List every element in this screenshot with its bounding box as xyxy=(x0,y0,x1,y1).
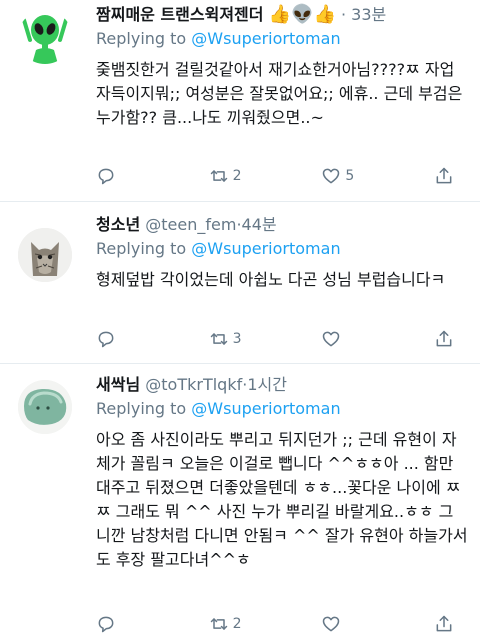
timestamp[interactable]: 44분 xyxy=(242,215,277,234)
retweet-icon xyxy=(210,170,227,182)
heart-icon xyxy=(323,616,340,632)
reply-button[interactable] xyxy=(96,166,168,186)
share-icon xyxy=(436,615,452,632)
tweet-actions: 2 xyxy=(96,612,454,636)
like-button[interactable] xyxy=(321,614,393,634)
tweet-header: 새싹님 @toTkrTlqkf·1시간 xyxy=(96,374,468,396)
tweet-header: 짬찌매운 트랜스윅져젠더 👍👽👍 · 33분 xyxy=(96,4,468,26)
avatar[interactable] xyxy=(18,228,72,282)
alien-icon xyxy=(22,15,68,64)
emoji: 👍 xyxy=(313,4,336,25)
replying-to: Replying to @Wsuperiortoman xyxy=(96,238,468,260)
share-button[interactable] xyxy=(434,329,454,349)
separator: · xyxy=(340,5,347,24)
like-count: 5 xyxy=(345,168,355,184)
tweet-actions: 3 xyxy=(96,327,454,351)
timestamp[interactable]: 33분 xyxy=(351,5,386,24)
avatar[interactable] xyxy=(18,10,72,64)
tweet-text: 형제덮밥 각이었는데 아쉽노 다곤 성님 부럽습니다ㅋ xyxy=(96,270,446,289)
avatar[interactable] xyxy=(18,380,72,434)
replying-prefix: Replying to xyxy=(96,239,187,258)
replying-prefix: Replying to xyxy=(96,399,187,418)
timestamp[interactable]: 1시간 xyxy=(247,375,287,394)
user-handle[interactable]: @teen_fem xyxy=(145,215,236,234)
tweet-text: 줒뱀짓한거 걸릴것같아서 재기쇼한거아님????ㅉ 자업자득이지뭐;; 여성분은… xyxy=(96,60,463,127)
like-button[interactable]: 5 xyxy=(321,166,393,186)
replying-handle-link[interactable]: @Wsuperiortoman xyxy=(191,399,340,418)
replying-to: Replying to @Wsuperiortoman xyxy=(96,28,468,50)
share-icon xyxy=(436,167,452,184)
retweet-button[interactable]: 2 xyxy=(209,614,281,634)
replying-prefix: Replying to xyxy=(96,29,187,48)
share-button[interactable] xyxy=(434,614,454,634)
like-button[interactable] xyxy=(321,329,393,349)
cat-icon xyxy=(18,228,72,282)
tweet-header: 청소년 @teen_fem·44분 xyxy=(96,214,468,236)
tweet[interactable]: 새싹님 @toTkrTlqkf·1시간 Replying to @Wsuperi… xyxy=(0,364,480,633)
reply-button[interactable] xyxy=(96,329,168,349)
heart-icon xyxy=(323,331,340,347)
heart-icon xyxy=(323,168,340,184)
tweet-text: 아오 좀 사진이라도 뿌리고 뒤지던가 ;; 근데 유현이 자체가 꼴림ㅋ 오늘… xyxy=(96,430,468,569)
replying-handle-link[interactable]: @Wsuperiortoman xyxy=(191,239,340,258)
blob-icon xyxy=(18,380,72,434)
share-button[interactable] xyxy=(434,166,454,186)
retweet-icon xyxy=(210,333,227,345)
emoji: 👽 xyxy=(291,4,314,25)
tweet[interactable]: 짬찌매운 트랜스윅져젠더 👍👽👍 · 33분 Replying to @Wsup… xyxy=(0,0,480,202)
reply-button[interactable] xyxy=(96,614,168,634)
reply-icon xyxy=(98,168,114,185)
tweet[interactable]: 청소년 @teen_fem·44분 Replying to @Wsuperior… xyxy=(0,202,480,364)
retweet-count: 2 xyxy=(232,168,242,184)
retweet-count: 3 xyxy=(232,331,242,347)
retweet-button[interactable]: 3 xyxy=(209,329,281,349)
share-icon xyxy=(436,330,452,347)
tweet-actions: 2 5 xyxy=(96,164,454,188)
emoji: 👍 xyxy=(268,4,292,25)
user-handle[interactable]: @toTkrTlqkf xyxy=(145,375,242,394)
replying-to: Replying to @Wsuperiortoman xyxy=(96,398,468,420)
display-name[interactable]: 짬찌매운 트랜스윅져젠더 xyxy=(96,5,264,24)
retweet-button[interactable]: 2 xyxy=(209,166,281,186)
reply-icon xyxy=(98,331,114,348)
replying-handle-link[interactable]: @Wsuperiortoman xyxy=(191,29,340,48)
retweet-icon xyxy=(210,618,227,630)
display-name[interactable]: 청소년 xyxy=(96,215,140,234)
display-name[interactable]: 새싹님 xyxy=(96,375,140,394)
retweet-count: 2 xyxy=(232,616,242,632)
reply-icon xyxy=(98,616,114,633)
